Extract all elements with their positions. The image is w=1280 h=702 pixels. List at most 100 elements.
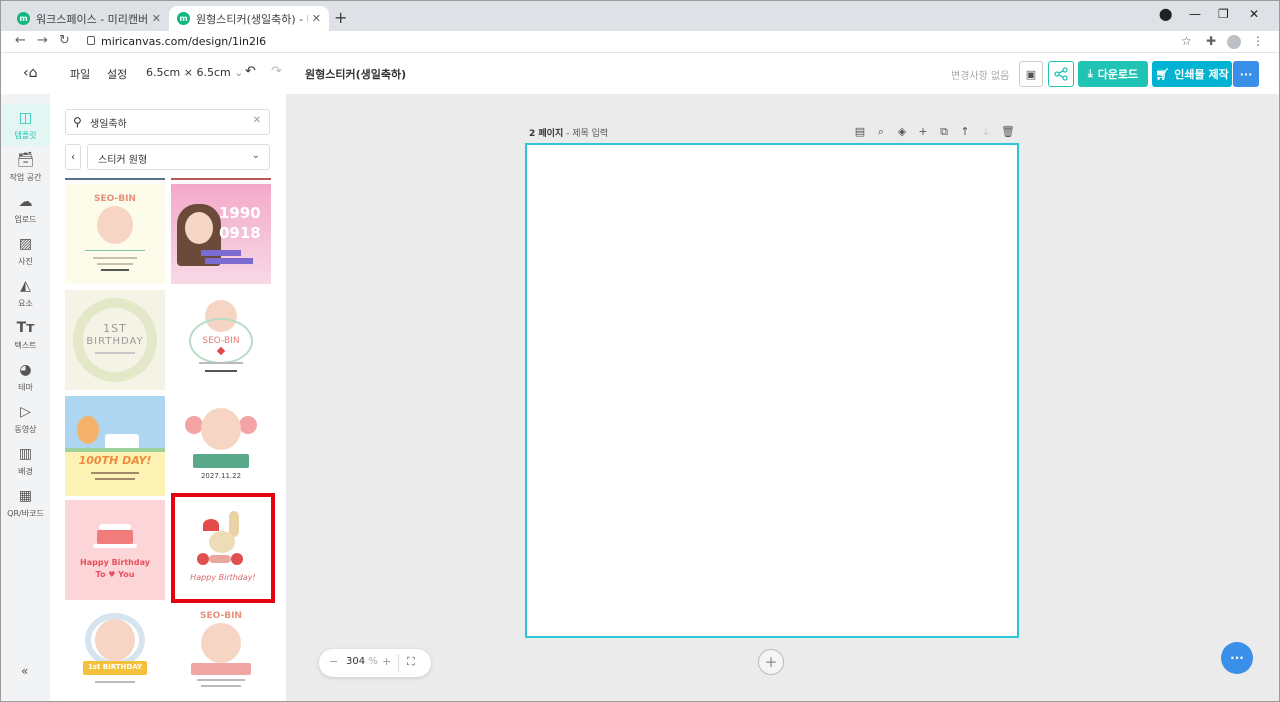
sidebar-item-label: 텍스트 [14, 341, 37, 350]
download-button[interactable]: ⤓ 다운로드 [1078, 61, 1148, 87]
text-line [97, 263, 133, 265]
tab-search-icon[interactable]: ⬤ [1159, 7, 1172, 21]
sidebar-item-workspace[interactable]: 🗃︎ 작업 공간 [1, 146, 50, 188]
save-button[interactable]: ▣ [1019, 61, 1043, 87]
baby-photo [201, 623, 241, 663]
clear-search-icon[interactable]: ✕ [253, 115, 261, 126]
url-field[interactable]: miricanvas.com/design/1in2l6 [101, 35, 266, 48]
template-caption: To ♥ You [95, 570, 135, 579]
share-button[interactable] [1048, 61, 1074, 87]
home-icon[interactable]: ‹⌂ [23, 65, 38, 81]
template-thumbnail[interactable]: SEO-BIN [171, 290, 271, 390]
save-icon: ▣ [1025, 67, 1037, 81]
background-icon: ▥ [18, 446, 33, 462]
baby-photo [97, 206, 133, 244]
fullscreen-icon[interactable]: ⛶ [407, 655, 415, 669]
text-line [205, 370, 237, 372]
settings-menu[interactable]: 설정 [107, 66, 127, 82]
tab-strip: m 워크스페이스 - 미리캔버스 ✕ m 원형스티커(생일축하) - 미리캔버스… [1, 1, 1279, 31]
more-button[interactable]: ··· [1233, 61, 1259, 87]
zoom-unit: % [368, 656, 378, 667]
template-caption: BIRTHDAY [86, 336, 144, 347]
undo-icon[interactable]: ↶ [245, 64, 256, 79]
sidebar-item-text[interactable]: Tт 텍스트 [1, 314, 50, 356]
tab-design[interactable]: m 원형스티커(생일축하) - 미리캔버스 ✕ [169, 6, 329, 31]
add-page-button[interactable]: + [758, 649, 784, 675]
document-title[interactable]: 원형스티커(생일축하) [305, 66, 406, 82]
divider [171, 178, 271, 180]
new-tab-button[interactable]: + [334, 8, 347, 27]
sidebar-item-background[interactable]: ▥ 배경 [1, 440, 50, 482]
template-thumbnail[interactable]: SEO-BIN [171, 607, 271, 701]
zoom-in-button[interactable]: + [382, 655, 391, 668]
template-thumbnail[interactable]: SEO-BIN [65, 184, 165, 284]
sidebar-item-label: 배경 [18, 467, 33, 476]
video-icon: ▷ [20, 404, 31, 420]
sidebar-item-video[interactable]: ▷ 동영상 [1, 398, 50, 440]
reload-icon[interactable]: ↻ [59, 33, 70, 48]
page-size-dropdown[interactable]: 6.5cm × 6.5cm ⌄ [146, 66, 243, 79]
sidebar-item-theme[interactable]: ◕ 테마 [1, 356, 50, 398]
template-caption: SEO-BIN [200, 611, 242, 621]
zoom-value[interactable]: 304 % [346, 656, 378, 667]
redo-icon[interactable]: ↷ [271, 64, 282, 79]
ribbon [191, 663, 251, 675]
flower [239, 416, 257, 434]
miricanvas-favicon-icon: m [17, 12, 30, 25]
extensions-icon[interactable]: ✚ [1206, 34, 1216, 48]
move-down-icon[interactable]: ↓ [980, 125, 992, 139]
text-line [95, 352, 135, 354]
search-input[interactable] [90, 114, 240, 130]
text-line [91, 472, 139, 474]
collapse-sidebar-icon[interactable]: « [21, 664, 28, 678]
profile-avatar[interactable] [1227, 35, 1241, 49]
template-thumbnail[interactable]: 100TH DAY! [65, 396, 165, 496]
print-order-button[interactable]: 🛒︎ 인쇄물 제작 [1152, 61, 1232, 87]
fill-color-icon[interactable]: ◈ [896, 125, 908, 139]
chat-support-button[interactable]: ··· [1221, 642, 1253, 674]
file-menu[interactable]: 파일 [70, 66, 90, 82]
template-caption: 1ST [103, 322, 127, 335]
sidebar-item-elements[interactable]: ◭ 요소 [1, 272, 50, 314]
page-memo-icon[interactable]: ▤ [854, 125, 866, 139]
zoom-out-button[interactable]: − [329, 655, 338, 668]
delete-page-icon[interactable]: 🗑︎ [1001, 125, 1015, 139]
sidebar-item-photo[interactable]: ▨ 사진 [1, 230, 50, 272]
sidebar-item-label: 사진 [18, 257, 33, 266]
close-window-icon[interactable]: ✕ [1249, 7, 1259, 21]
move-up-icon[interactable]: ↑ [959, 125, 971, 139]
bookmark-star-icon[interactable]: ☆ [1181, 34, 1192, 48]
browser-menu-icon[interactable]: ⋮ [1252, 34, 1264, 48]
tab-close-icon[interactable]: ✕ [152, 12, 161, 25]
design-page[interactable] [525, 143, 1019, 638]
add-page-icon[interactable]: + [917, 125, 929, 139]
duplicate-page-icon[interactable]: ⧉ [938, 125, 950, 139]
back-icon[interactable]: ← [15, 33, 26, 48]
tab-close-icon[interactable]: ✕ [312, 12, 321, 25]
category-back-button[interactable]: ‹ [65, 144, 81, 170]
minimize-icon[interactable]: — [1189, 7, 1201, 21]
save-status: 변경사항 없음 [951, 71, 1010, 82]
forward-icon[interactable]: → [37, 33, 48, 48]
sidebar-item-template[interactable]: ◫ 템플릿 [1, 104, 50, 146]
template-thumbnail[interactable]: 1ST BIRTHDAY [65, 290, 165, 390]
template-thumbnail[interactable]: 1990 0918 [171, 184, 271, 284]
template-thumbnail[interactable]: 2027.11.22 [171, 396, 271, 496]
sidebar-item-upload[interactable]: ☁ 업로드 [1, 188, 50, 230]
sidebar-item-label: 템플릿 [14, 131, 37, 140]
category-label: 스티커 원형 [98, 155, 148, 166]
text-icon: Tт [16, 320, 35, 336]
restore-icon[interactable]: ❐ [1218, 7, 1229, 21]
page-title-input[interactable]: 제목 입력 [572, 129, 608, 139]
magic-icon[interactable]: ⌕ [875, 125, 887, 139]
canvas-workspace: 2 페이지 - 제목 입력 ▤ ⌕ ◈ + ⧉ ↑ ↓ 🗑︎ − 304 % +… [286, 94, 1279, 701]
upload-icon: ☁ [18, 194, 33, 210]
page-title[interactable]: 2 페이지 - 제목 입력 [529, 126, 608, 139]
tab-workspace[interactable]: m 워크스페이스 - 미리캔버스 ✕ [9, 6, 169, 31]
share-icon [1054, 67, 1068, 81]
category-select[interactable]: 스티커 원형 ⌄ [87, 144, 270, 170]
template-thumbnail[interactable]: 1st BIRTHDAY [65, 607, 165, 701]
download-icon: ⤓ [1087, 67, 1093, 80]
template-thumbnail[interactable]: Happy Birthday To ♥ You [65, 500, 165, 600]
sidebar-item-qr[interactable]: ▦ QR/바코드 [1, 482, 50, 524]
